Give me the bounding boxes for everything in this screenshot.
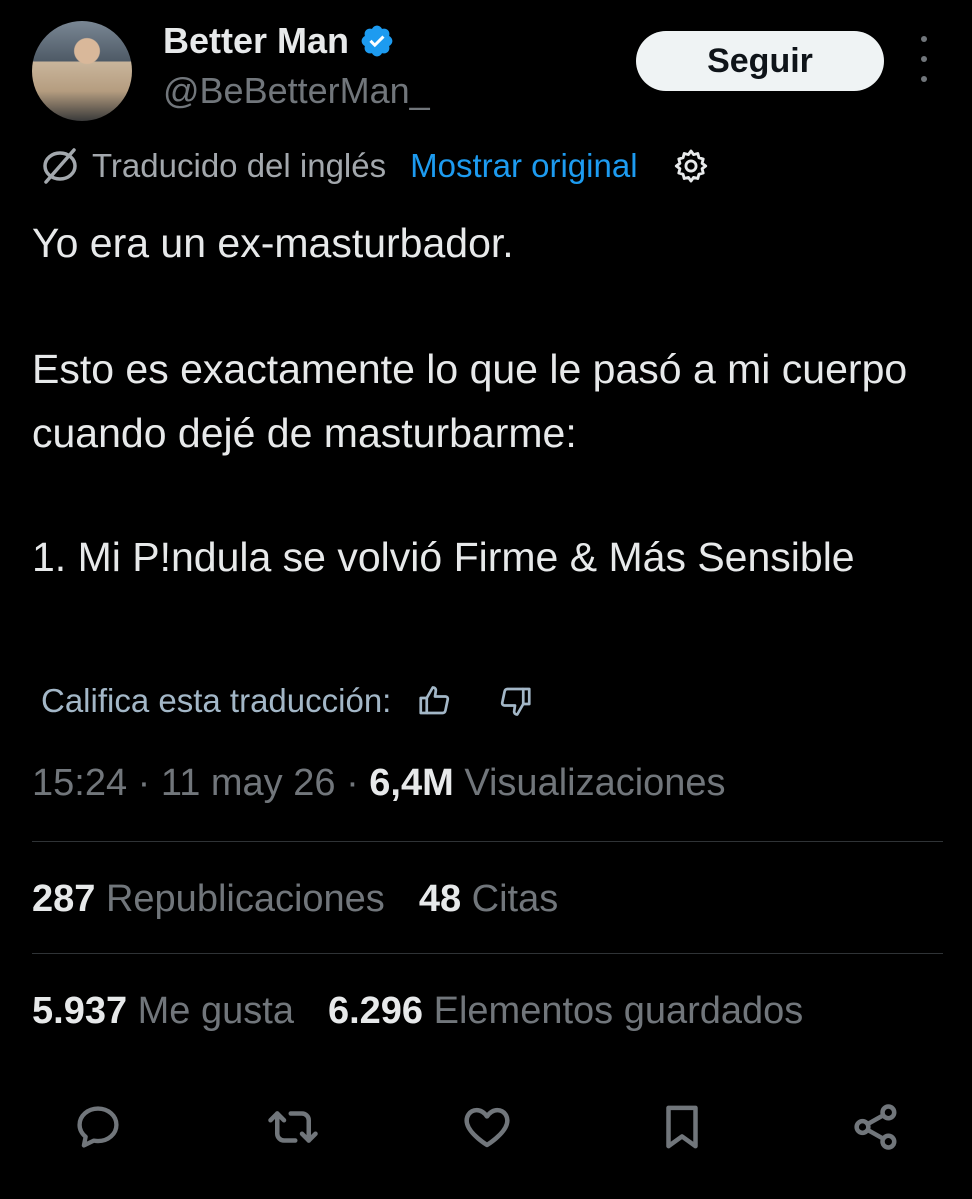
quotes-label: Citas [471, 878, 559, 920]
like-icon[interactable] [457, 1095, 517, 1159]
share-icon[interactable] [846, 1095, 906, 1159]
bookmark-icon[interactable] [652, 1095, 712, 1159]
bookmarks-label: Elementos guardados [433, 990, 804, 1032]
stats-row: 5.937 Me gusta 6.296 Elementos guardados [32, 990, 803, 1033]
divider [32, 953, 943, 954]
repost-icon[interactable] [263, 1095, 323, 1159]
display-name[interactable]: Better Man [163, 20, 349, 62]
stats-row: 287 Republicaciones 48 Citas [32, 878, 558, 921]
translate-icon [38, 146, 82, 186]
thumbs-down-icon[interactable] [497, 683, 533, 719]
tweet-date[interactable]: 11 may 26 [161, 762, 336, 804]
likes-count: 5.937 [32, 990, 128, 1032]
meta-separator: · [346, 762, 370, 804]
quotes-count: 48 [418, 878, 462, 920]
reply-icon[interactable] [68, 1095, 128, 1159]
tweet-time[interactable]: 15:24 [32, 762, 127, 804]
tweet-paragraph-2: Esto es exactamente lo que le pasó a mi … [32, 346, 908, 456]
likes-label: Me gusta [137, 990, 294, 1032]
reposts-stat[interactable]: 287 Republicaciones [32, 878, 385, 921]
show-original-link[interactable]: Mostrar original [410, 147, 637, 185]
gear-icon[interactable] [672, 147, 710, 185]
views-count: 6,4M [369, 762, 454, 804]
reposts-label: Republicaciones [105, 878, 385, 920]
likes-stat[interactable]: 5.937 Me gusta [32, 990, 294, 1033]
avatar[interactable] [32, 21, 132, 121]
display-name-row[interactable]: Better Man [163, 20, 395, 62]
tweet-paragraph-3: 1. Mi P!ndula se volvió Firme & Más Sens… [32, 534, 855, 580]
thumbs-up-icon[interactable] [417, 683, 453, 719]
bookmarks-count: 6.296 [327, 990, 424, 1032]
rate-translation-row: Califica esta traducción: [41, 678, 533, 724]
follow-button[interactable]: Seguir [636, 31, 884, 91]
tweet-paragraph-1: Yo era un ex-masturbador. [32, 220, 514, 266]
tweet-meta: 15:24 · 11 may 26 · 6,4M Visualizaciones [32, 762, 726, 805]
meta-separator: · [137, 762, 161, 804]
translation-row: Traducido del inglés Mostrar original [38, 143, 710, 189]
bookmarks-stat[interactable]: 6.296 Elementos guardados [328, 990, 803, 1033]
quotes-stat[interactable]: 48 Citas [419, 878, 558, 921]
more-icon[interactable] [912, 36, 936, 82]
rate-translation-label: Califica esta traducción: [41, 682, 392, 719]
translated-label: Traducido del inglés [92, 147, 387, 184]
verified-badge-icon[interactable] [359, 23, 395, 59]
action-bar [0, 1095, 972, 1159]
views-label: Visualizaciones [464, 762, 726, 804]
user-handle[interactable]: @BeBetterMan_ [163, 70, 430, 112]
reposts-count: 287 [32, 878, 96, 920]
divider [32, 841, 943, 842]
